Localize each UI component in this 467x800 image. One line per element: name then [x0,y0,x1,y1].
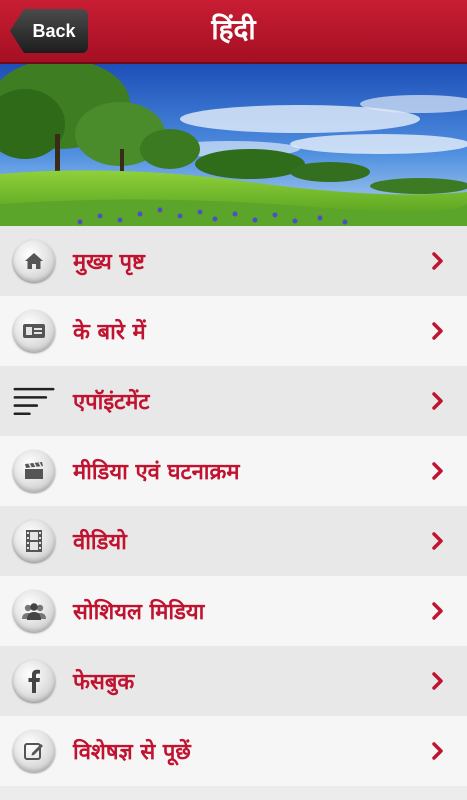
menu-item-facebook[interactable]: फेसबुक [0,646,467,716]
menu-item-appointment[interactable]: एपॉइंटमेंट [0,366,467,436]
menu-item-label: के बारे में [73,320,146,345]
home-icon [13,240,55,282]
banner-image [0,64,467,226]
clapperboard-icon [13,450,55,492]
nav-bar: Back हिंदी [0,0,467,64]
id-card-icon [13,310,55,352]
menu-item-label: सोशियल मिडिया [73,600,205,625]
menu-item-home[interactable]: मुख्य पृष्ट [0,226,467,296]
chevron-right-icon [423,742,453,760]
menu-item-label: मीडिया एवं घटनाक्रम [73,460,240,485]
page-title: हिंदी [211,13,256,46]
landscape-illustration [0,64,467,226]
chevron-right-icon [423,462,453,480]
menu-item-about[interactable]: के बारे में [0,296,467,366]
menu-item-video[interactable]: वीडियो [0,506,467,576]
main-menu: मुख्य पृष्ट के बारे में एपॉइंटमेंट मीडिय… [0,226,467,786]
menu-item-media-events[interactable]: मीडिया एवं घटनाक्रम [0,436,467,506]
app-screen: Back हिंदी मुख्य पृष्ट के बारे में एपॉइं… [0,0,467,800]
chevron-right-icon [423,322,453,340]
menu-item-label: एपॉइंटमेंट [73,390,150,415]
menu-item-label: विशेषज्ञ से पूछें [73,740,191,765]
chevron-right-icon [423,602,453,620]
menu-item-ask-expert[interactable]: विशेषज्ञ से पूछें [0,716,467,786]
menu-item-label: फेसबुक [73,670,135,695]
film-strip-icon [13,520,55,562]
people-icon [13,590,55,632]
chevron-right-icon [423,392,453,410]
edit-icon [13,730,55,772]
menu-item-label: वीडियो [73,530,127,555]
menu-item-social-media[interactable]: सोशियल मिडिया [0,576,467,646]
menu-item-label: मुख्य पृष्ट [73,250,145,275]
facebook-icon [13,660,55,702]
chevron-right-icon [423,532,453,550]
lines-menu-icon [13,380,55,422]
chevron-right-icon [423,252,453,270]
chevron-right-icon [423,672,453,690]
